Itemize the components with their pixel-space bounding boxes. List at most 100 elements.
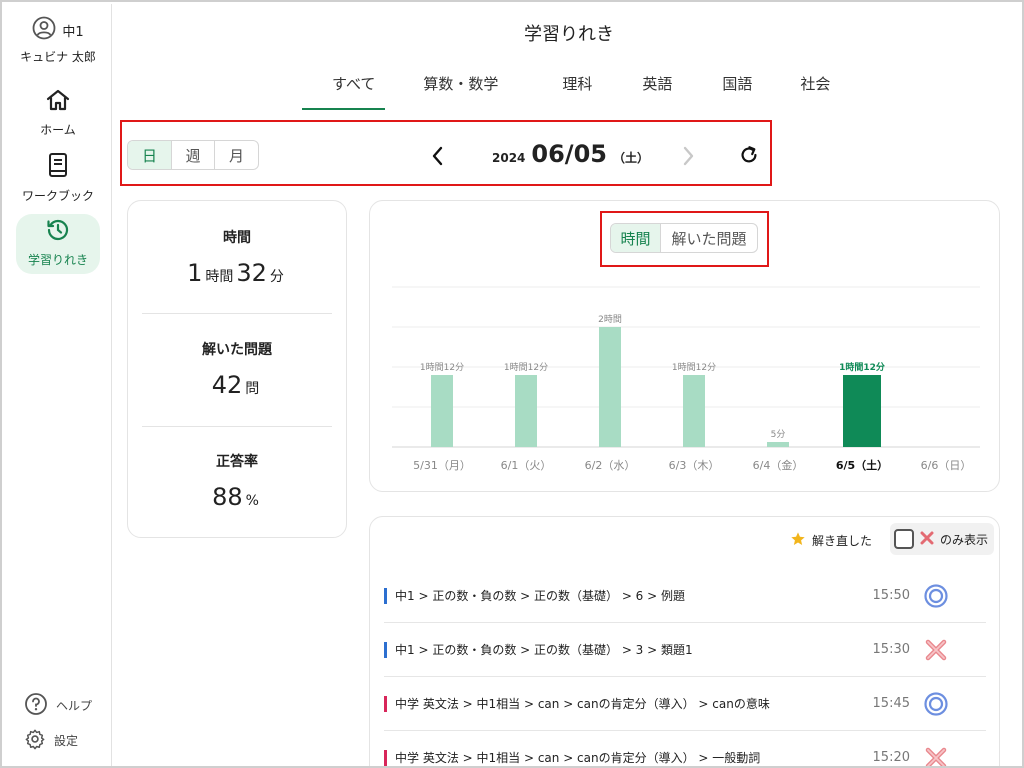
subject-color-bar <box>384 641 387 658</box>
book-icon <box>16 152 100 181</box>
stat-divider <box>142 313 332 314</box>
date-weekday: （土） <box>612 151 649 165</box>
wrong-icon <box>922 636 950 664</box>
date-display: 2024 06/05 （土） <box>492 140 649 168</box>
chart-data-label: 1時間12分 <box>504 362 548 373</box>
metric-time-button[interactable]: 時間 <box>611 224 661 252</box>
list-item[interactable]: 中学 英文法 > 中1相当 > can > canの肯定分（導入） > canの… <box>384 677 986 731</box>
refresh-icon <box>741 146 757 163</box>
next-date-button[interactable] <box>678 144 698 172</box>
cross-icon <box>920 531 934 548</box>
date-year: 2024 <box>492 151 526 165</box>
wrong-icon <box>922 744 950 766</box>
stat-divider <box>142 426 332 427</box>
row-time: 15:45 <box>872 696 910 711</box>
chart-bar <box>515 375 537 447</box>
tab-science[interactable]: 理科 <box>518 72 612 110</box>
row-time: 15:30 <box>872 642 910 657</box>
solved-stat: 解いた問題 42 問 <box>128 339 346 399</box>
chart-x-tick-label: 6/6（日） <box>921 459 972 472</box>
help-icon <box>24 692 48 719</box>
chart-bar <box>843 375 881 447</box>
solved-unit: 問 <box>245 381 260 397</box>
chart-data-label: 1時間12分 <box>839 361 885 373</box>
chart-x-tick-label: 6/4（金） <box>753 458 804 472</box>
chart-bar <box>599 327 621 447</box>
sidebar-item-label: ホーム <box>40 123 76 137</box>
metric-toggle: 時間 解いた問題 <box>610 223 758 253</box>
help-label: ヘルプ <box>56 699 93 713</box>
time-hours-unit: 時間 <box>205 269 234 285</box>
tab-all[interactable]: すべて <box>302 72 386 110</box>
period-month-button[interactable]: 月 <box>215 141 258 169</box>
subject-color-bar <box>384 695 387 712</box>
settings-label: 設定 <box>54 734 79 748</box>
user-profile[interactable]: 中1 キュビナ 太郎 <box>4 16 112 65</box>
correct-icon <box>922 690 950 718</box>
settings-link[interactable]: 設定 <box>24 728 78 753</box>
row-path: 中学 英文法 > 中1相当 > can > canの肯定分（導入） > canの… <box>395 697 770 711</box>
list-item[interactable]: 中1 > 正の数・負の数 > 正の数（基礎） > 3 > 類題1 15:30 <box>384 623 986 677</box>
user-grade: 中1 <box>62 24 84 40</box>
chart-x-tick-label: 5/31（月） <box>413 459 471 472</box>
chart-x-tick-label: 6/1（火） <box>501 459 552 472</box>
sidebar-item-label: ワークブック <box>21 189 94 203</box>
refresh-button[interactable] <box>738 144 760 170</box>
user-name: キュビナ 太郎 <box>20 50 96 64</box>
help-link[interactable]: ヘルプ <box>24 692 92 719</box>
list-item[interactable]: 中1 > 正の数・負の数 > 正の数（基礎） > 6 > 例題 15:50 <box>384 569 986 623</box>
list-item[interactable]: 中学 英文法 > 中1相当 > can > canの肯定分（導入） > 一般動詞… <box>384 731 986 766</box>
chevron-left-icon <box>432 146 443 166</box>
tab-math[interactable]: 算数・数学 <box>385 72 518 110</box>
filter-checkbox[interactable] <box>894 529 914 549</box>
chart-x-tick-label: 6/5（土） <box>836 458 888 472</box>
sidebar-item-home[interactable]: ホーム <box>16 88 100 138</box>
accuracy-unit: % <box>245 493 259 509</box>
sidebar-item-label: 学習りれき <box>27 253 88 267</box>
stats-card: 時間 1 時間 32 分 解いた問題 42 問 正答率 88% <box>127 200 347 538</box>
sidebar: 中1 キュビナ 太郎 ホーム ワークブック 学習りれき ヘルプ 設定 <box>4 4 112 766</box>
time-stat: 時間 1 時間 32 分 <box>128 227 346 287</box>
wrong-only-filter[interactable]: のみ表示 <box>890 523 994 555</box>
home-icon <box>16 88 100 115</box>
chart-data-label: 2時間 <box>598 314 622 325</box>
subject-color-bar <box>384 587 387 604</box>
chart-data-label: 1時間12分 <box>672 362 716 373</box>
time-minutes-unit: 分 <box>269 269 284 285</box>
chart-x-tick-label: 6/3（木） <box>669 459 720 472</box>
user-avatar-icon <box>32 16 56 44</box>
chart-bar <box>683 375 705 447</box>
accuracy-value: 88 <box>212 483 243 511</box>
app-frame: 中1 キュビナ 太郎 ホーム ワークブック 学習りれき ヘルプ 設定 学習りれき… <box>0 0 1024 768</box>
history-list-card: 解き直した のみ表示 中1 > 正の数・負の数 > 正の数（基礎） > 6 > … <box>369 516 1000 766</box>
chevron-right-icon <box>683 146 694 166</box>
sidebar-item-history[interactable]: 学習りれき <box>16 214 100 274</box>
filter-label: のみ表示 <box>940 532 989 547</box>
chart-data-label: 5分 <box>771 429 786 440</box>
history-icon <box>16 218 100 245</box>
prev-date-button[interactable] <box>428 144 448 172</box>
accuracy-stat: 正答率 88% <box>128 451 346 511</box>
period-day-button[interactable]: 日 <box>128 141 172 169</box>
chart-bar <box>431 375 453 447</box>
row-time: 15:20 <box>872 750 910 765</box>
solved-stat-label: 解いた問題 <box>202 342 272 358</box>
metric-solved-button[interactable]: 解いた問題 <box>661 224 757 252</box>
correct-icon <box>922 582 950 610</box>
chart-x-tick-label: 6/2（水） <box>585 459 636 472</box>
row-path: 中1 > 正の数・負の数 > 正の数（基礎） > 6 > 例題 <box>395 589 686 603</box>
star-icon <box>790 531 806 550</box>
row-path: 中学 英文法 > 中1相当 > can > canの肯定分（導入） > 一般動詞 <box>395 751 761 765</box>
gear-icon <box>24 728 46 753</box>
row-path: 中1 > 正の数・負の数 > 正の数（基礎） > 3 > 類題1 <box>395 643 693 657</box>
date-main: 06/05 <box>531 140 607 168</box>
tab-english[interactable]: 英語 <box>612 72 692 110</box>
subject-color-bar <box>384 749 387 766</box>
time-stat-label: 時間 <box>223 230 251 246</box>
sidebar-item-workbook[interactable]: ワークブック <box>16 152 100 204</box>
period-week-button[interactable]: 週 <box>172 141 215 169</box>
redo-label: 解き直した <box>812 534 873 548</box>
tab-japanese[interactable]: 国語 <box>692 72 772 110</box>
time-hours: 1 <box>187 259 203 287</box>
tab-social[interactable]: 社会 <box>772 72 850 110</box>
